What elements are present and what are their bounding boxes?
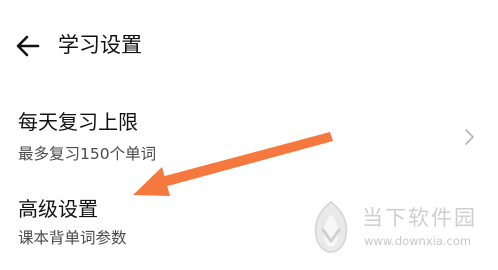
back-button[interactable] bbox=[12, 30, 44, 62]
page-title: 学习设置 bbox=[58, 33, 142, 57]
arrow-left-icon bbox=[16, 35, 40, 57]
watermark: 当下软件园 www.downxia.com bbox=[306, 198, 496, 258]
setting-row-daily-review-limit[interactable]: 每天复习上限 最多复习150个单词 bbox=[0, 100, 498, 172]
chevron-right-icon bbox=[465, 129, 474, 145]
top-bar: 学习设置 bbox=[0, 0, 498, 92]
setting-title: 高级设置 bbox=[18, 197, 98, 221]
setting-subtitle: 课本背单词参数 bbox=[18, 229, 127, 247]
setting-subtitle: 最多复习150个单词 bbox=[18, 145, 157, 163]
downxia-logo-icon bbox=[314, 201, 348, 253]
setting-title: 每天复习上限 bbox=[18, 110, 138, 134]
watermark-name: 当下软件园 bbox=[362, 206, 477, 230]
watermark-url: www.downxia.com bbox=[364, 234, 472, 248]
